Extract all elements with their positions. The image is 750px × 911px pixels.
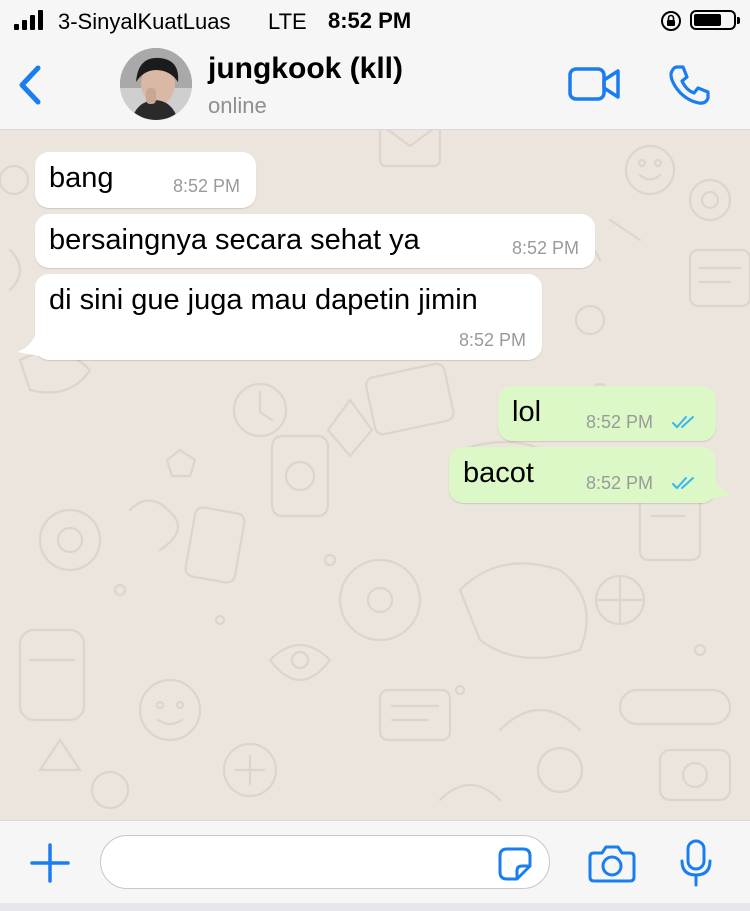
message-text: lol <box>512 396 542 428</box>
microphone-icon[interactable] <box>678 839 714 887</box>
message-bubble-incoming[interactable]: bersaingnya secara sehat ya 8:52 PM <box>35 214 595 268</box>
read-receipt-icon <box>672 416 694 429</box>
message-bubble-outgoing[interactable]: lol 8:52 PM <box>498 386 716 441</box>
message-time: 8:52 PM <box>458 330 526 350</box>
message-time: 8:52 PM <box>511 238 579 258</box>
camera-icon[interactable] <box>588 843 636 883</box>
bubble-tail <box>17 336 39 356</box>
back-chevron-icon[interactable] <box>14 62 46 108</box>
bubble-tail <box>710 479 732 499</box>
avatar[interactable] <box>120 48 192 120</box>
carrier-name: 3-SinyalKuatLuas <box>58 9 231 34</box>
read-receipt-icon <box>672 477 694 490</box>
sticker-icon[interactable] <box>498 847 532 881</box>
contact-name[interactable]: jungkook (kll) <box>208 52 403 86</box>
message-input[interactable] <box>100 835 550 889</box>
message-text: bang <box>49 162 114 194</box>
message-text: bacot <box>463 457 534 489</box>
phone-call-icon[interactable] <box>668 64 710 106</box>
network-type: LTE <box>268 9 307 34</box>
status-time: 8:52 PM <box>328 8 412 33</box>
video-call-icon[interactable] <box>568 66 620 102</box>
bottom-strip <box>0 903 750 911</box>
message-time: 8:52 PM <box>586 412 654 432</box>
chat-area[interactable]: bang 8:52 PM bersaingnya secara sehat ya… <box>0 130 750 820</box>
message-bubble-incoming[interactable]: bang 8:52 PM <box>35 152 256 208</box>
battery-icon <box>690 10 740 30</box>
signal-strength-icon <box>14 10 43 30</box>
status-bar: 3-SinyalKuatLuas LTE 8:52 PM <box>0 0 750 40</box>
orientation-lock-icon <box>661 11 681 31</box>
message-text: bersaingnya secara sehat ya <box>49 224 420 256</box>
message-bubble-outgoing[interactable]: bacot 8:52 PM <box>449 447 716 503</box>
message-text: di sini gue juga mau dapetin jimin <box>49 284 478 316</box>
plus-icon[interactable] <box>28 841 72 885</box>
message-input-bar <box>0 820 750 911</box>
chat-header: jungkook (kll) online <box>0 40 750 130</box>
contact-status: online <box>208 93 267 118</box>
message-time: 8:52 PM <box>172 176 240 196</box>
message-time: 8:52 PM <box>586 473 654 493</box>
message-bubble-incoming[interactable]: di sini gue juga mau dapetin jimin 8:52 … <box>35 274 542 360</box>
